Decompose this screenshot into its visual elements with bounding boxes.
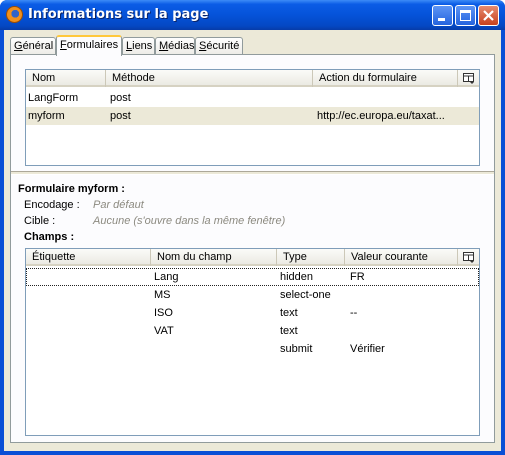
splitter[interactable] bbox=[11, 171, 494, 175]
tab-accel-key: M bbox=[159, 40, 169, 52]
window-title: Informations sur la page bbox=[28, 7, 209, 22]
title-bar[interactable]: Informations sur la page bbox=[0, 0, 505, 30]
table-row[interactable]: submit Vérifier bbox=[26, 340, 479, 358]
field-value: FR bbox=[350, 271, 365, 283]
table-row[interactable]: LangForm post bbox=[26, 89, 479, 107]
field-name: VAT bbox=[154, 325, 174, 337]
close-button[interactable] bbox=[478, 5, 499, 26]
form-method: post bbox=[110, 110, 131, 122]
tab-label: écurité bbox=[206, 40, 240, 52]
tab-forms[interactable]: Formulaires bbox=[56, 35, 122, 56]
field-type: select-one bbox=[280, 289, 331, 301]
maximize-button[interactable] bbox=[455, 5, 476, 26]
field-type: text bbox=[280, 307, 298, 319]
column-header-label[interactable]: Étiquette bbox=[26, 249, 151, 266]
maximize-icon bbox=[460, 10, 471, 21]
tab-accel-key: G bbox=[14, 40, 23, 52]
tab-security[interactable]: Sécurité bbox=[195, 37, 243, 55]
form-method: post bbox=[110, 92, 131, 104]
column-header-method[interactable]: Méthode bbox=[106, 70, 313, 87]
table-row[interactable]: MS select-one bbox=[26, 286, 479, 304]
tab-label: ormulaires bbox=[66, 39, 119, 51]
field-label bbox=[28, 268, 148, 286]
tab-media[interactable]: Médias bbox=[155, 37, 195, 55]
field-value bbox=[348, 286, 458, 304]
field-type: submit bbox=[280, 343, 313, 355]
field-value: Vérifier bbox=[350, 343, 385, 355]
form-details-heading: Formulaire myform : bbox=[18, 183, 125, 195]
column-header-value[interactable]: Valeur courante bbox=[345, 249, 458, 266]
tab-label: édias bbox=[168, 40, 195, 52]
field-type: hidden bbox=[280, 271, 314, 283]
encoding-value: Par défaut bbox=[93, 199, 144, 211]
field-label bbox=[28, 286, 148, 304]
tab-label: énéral bbox=[22, 40, 54, 52]
column-header-type[interactable]: Type bbox=[277, 249, 345, 266]
column-header-field-name[interactable]: Nom du champ bbox=[151, 249, 277, 266]
field-type: text bbox=[280, 325, 298, 337]
field-label bbox=[28, 322, 148, 340]
fields-label: Champs : bbox=[24, 231, 75, 243]
minimize-button[interactable] bbox=[432, 5, 453, 26]
column-picker-icon[interactable] bbox=[462, 71, 476, 85]
target-label: Cible : bbox=[24, 215, 56, 227]
tab-links[interactable]: Liens bbox=[122, 37, 155, 55]
close-icon bbox=[483, 10, 494, 21]
forms-list-header: Nom Méthode Action du formulaire bbox=[26, 70, 479, 87]
fields-list-header: Étiquette Nom du champ Type Valeur coura… bbox=[26, 249, 479, 266]
form-action: http://ec.europa.eu/taxat... bbox=[317, 110, 445, 122]
page-info-window: Informations sur la page Général Formula… bbox=[0, 0, 505, 455]
field-name bbox=[152, 340, 272, 358]
form-name: myform bbox=[28, 110, 65, 122]
forms-panel: Nom Méthode Action du formulaire LangFor… bbox=[10, 54, 495, 443]
field-label bbox=[28, 340, 148, 358]
target-value: Aucune (s'ouvre dans la même fenêtre) bbox=[93, 215, 286, 227]
table-row[interactable]: VAT text bbox=[26, 322, 479, 340]
encoding-label: Encodage : bbox=[24, 199, 80, 211]
table-row[interactable]: ISO text -- bbox=[26, 304, 479, 322]
minimize-icon bbox=[438, 18, 445, 21]
tab-label: iens bbox=[132, 40, 153, 52]
dialog-client: Général Formulaires Liens Médias Sécurit… bbox=[4, 30, 501, 451]
field-name: ISO bbox=[154, 307, 173, 319]
table-row-selected[interactable]: myform post http://ec.europa.eu/taxat... bbox=[26, 107, 479, 125]
tab-general[interactable]: Général bbox=[10, 37, 56, 55]
firefox-icon[interactable] bbox=[6, 6, 23, 23]
field-label bbox=[28, 304, 148, 322]
form-name: LangForm bbox=[28, 92, 79, 104]
field-value: -- bbox=[350, 307, 358, 319]
column-header-name[interactable]: Nom bbox=[26, 70, 106, 87]
form-action bbox=[315, 89, 465, 107]
column-picker-icon[interactable] bbox=[462, 250, 476, 264]
fields-list[interactable]: Étiquette Nom du champ Type Valeur coura… bbox=[25, 248, 480, 436]
field-name: Lang bbox=[154, 271, 179, 283]
column-header-action[interactable]: Action du formulaire bbox=[313, 70, 458, 87]
forms-list[interactable]: Nom Méthode Action du formulaire LangFor… bbox=[25, 69, 480, 166]
table-row[interactable]: Lang hidden FR bbox=[26, 268, 479, 286]
field-name: MS bbox=[154, 289, 171, 301]
tab-accel-key: F bbox=[60, 39, 67, 51]
field-value bbox=[348, 322, 458, 340]
